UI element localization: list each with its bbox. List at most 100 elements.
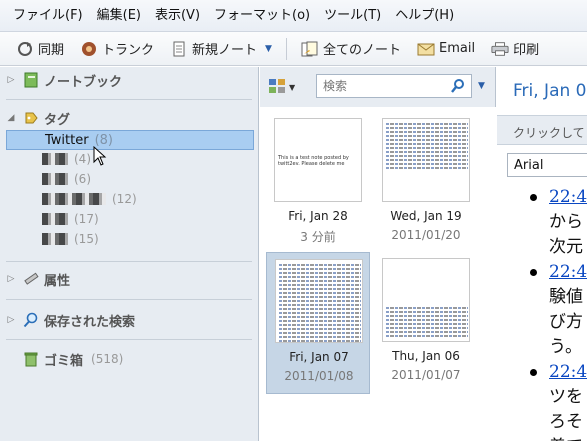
sidebar-item-tag[interactable]: (17): [42, 209, 99, 229]
view-mode-button[interactable]: ▼: [268, 76, 304, 98]
redacted-tag-name: [42, 173, 68, 185]
sidebar-section-attributes[interactable]: ▷ 属性: [0, 268, 259, 290]
divider: [6, 299, 252, 300]
all-notes-button[interactable]: 全てのノート: [293, 36, 409, 62]
note-date: Fri, Jan 28: [288, 209, 348, 223]
note-text-line: ろそ: [549, 412, 583, 432]
note-tag-hint[interactable]: クリックして: [497, 115, 587, 145]
expand-arrow-icon[interactable]: ▷: [0, 315, 22, 325]
note-date: Fri, Jan 07: [289, 350, 349, 364]
sidebar-trash-label: ゴミ箱: [44, 353, 84, 369]
menu-tools[interactable]: ツール(T): [317, 0, 388, 32]
chevron-down-icon[interactable]: ▼: [265, 44, 272, 54]
note-text-line: 着て: [497, 435, 587, 441]
toolbar: 同期 トランク 新規ノート ▼ 全てのノート Email 印刷: [0, 32, 587, 66]
font-select[interactable]: Arial: [507, 153, 587, 177]
expand-arrow-icon[interactable]: ▷: [0, 75, 22, 85]
sidebar-saved-searches-label: 保存された検索: [44, 314, 136, 330]
redacted-tag-name: [42, 153, 68, 165]
expand-arrow-icon[interactable]: ▷: [0, 274, 22, 284]
print-button[interactable]: 印刷: [483, 36, 547, 62]
trash-count: (518): [91, 352, 124, 366]
sidebar-section-tags[interactable]: ◢ タグ: [0, 107, 259, 129]
menu-help[interactable]: ヘルプ(H): [388, 0, 461, 32]
note-sub: 2011/01/07: [391, 368, 461, 382]
print-label: 印刷: [513, 43, 540, 58]
tag-icon: [22, 109, 40, 127]
collapse-arrow-icon[interactable]: ◢: [0, 113, 22, 123]
printer-icon: [491, 40, 509, 58]
sidebar-item-tag[interactable]: (4): [42, 149, 91, 169]
sidebar-item-tag[interactable]: (6): [42, 169, 91, 189]
grid-view-icon: [268, 78, 286, 97]
sidebar: ▷ ノートブック ◢ タグ Twitter (8) (4) (6) (12) (…: [0, 67, 259, 441]
menu-view[interactable]: 表示(V): [148, 0, 207, 32]
tweet-time-link[interactable]: 22:4: [549, 362, 587, 382]
search-input[interactable]: [317, 79, 447, 93]
trunk-button[interactable]: トランク: [72, 36, 162, 62]
menu-file[interactable]: ファイル(F): [6, 0, 90, 32]
tag-count: (12): [112, 192, 137, 206]
chevron-down-icon[interactable]: ▼: [478, 81, 485, 91]
tag-name: Twitter: [45, 132, 89, 148]
sidebar-section-saved-searches[interactable]: ▷ 保存された検索: [0, 309, 259, 331]
menubar: ファイル(F) 編集(E) 表示(V) フォーマット(o) ツール(T) ヘルプ…: [0, 0, 587, 32]
note-text-line: 次元: [549, 237, 583, 257]
note-body[interactable]: 22:4 から 次元 22:4 験値 び方 う。 22:4 ツを ろそ 着て: [497, 185, 587, 441]
sidebar-section-notebook[interactable]: ▷ ノートブック: [0, 69, 259, 91]
note-text-line: ツを: [549, 387, 583, 407]
redacted-tag-name: [42, 193, 106, 205]
note-editor-pane: Fri, Jan 0 クリックして Arial 22:4 から 次元 22:4 …: [497, 67, 587, 441]
sidebar-attributes-label: 属性: [44, 273, 71, 289]
note-date: Thu, Jan 06: [392, 349, 460, 363]
search-icon[interactable]: [451, 78, 465, 97]
sync-label: 同期: [38, 43, 65, 58]
sidebar-item-tag[interactable]: (12): [42, 189, 137, 209]
tag-count: (17): [74, 212, 99, 226]
note-preview: [382, 258, 470, 342]
note-list-header: ▼ ▼: [260, 72, 496, 102]
note-list-item: 22:4: [497, 185, 587, 210]
new-note-button[interactable]: 新規ノート ▼: [162, 36, 280, 62]
trunk-icon: [80, 40, 98, 58]
tweet-time-link[interactable]: 22:4: [549, 262, 587, 282]
search-field[interactable]: [316, 74, 472, 98]
new-note-icon: [170, 40, 188, 58]
note-thumbnail[interactable]: This is a test note posted by twitt2ev. …: [266, 112, 370, 254]
note-sub: 3 分前: [300, 230, 336, 244]
note-list-item: 22:4: [497, 260, 587, 285]
note-thumbnail-list: This is a test note posted by twitt2ev. …: [260, 107, 496, 441]
menu-edit[interactable]: 編集(E): [90, 0, 148, 32]
tag-count: (6): [74, 172, 91, 186]
note-preview: [275, 259, 363, 343]
note-list-pane: ▼ ▼ This is a test note posted by twitt2…: [260, 67, 496, 441]
mouse-cursor-icon: [93, 146, 107, 166]
tag-count: (15): [74, 232, 99, 246]
note-thumbnail-selected[interactable]: Fri, Jan 07 2011/01/08: [266, 252, 370, 394]
note-date: Wed, Jan 19: [390, 209, 462, 223]
sync-icon: [16, 40, 34, 58]
note-list-item: 22:4: [497, 360, 587, 385]
note-title[interactable]: Fri, Jan 0: [513, 81, 587, 101]
bullet-icon: [530, 269, 537, 276]
sync-button[interactable]: 同期: [8, 36, 72, 62]
divider: [6, 261, 252, 262]
note-text-line: び方: [549, 312, 583, 332]
sidebar-item-tag[interactable]: (15): [42, 229, 99, 249]
note-preview: This is a test note posted by twitt2ev. …: [274, 118, 362, 202]
divider: [6, 99, 252, 100]
chevron-down-icon: ▼: [289, 82, 296, 92]
bullet-icon: [530, 194, 537, 201]
tag-count: (4): [74, 152, 91, 166]
attribute-icon: [22, 270, 40, 288]
note-text-line: 験値: [549, 287, 583, 307]
sidebar-notebook-label: ノートブック: [44, 74, 123, 90]
menu-format[interactable]: フォーマット(o): [207, 0, 317, 32]
note-thumbnail[interactable]: Wed, Jan 19 2011/01/20: [374, 112, 478, 254]
tweet-time-link[interactable]: 22:4: [549, 187, 587, 207]
email-label: Email: [438, 41, 476, 56]
sidebar-item-tag-twitter[interactable]: Twitter (8): [6, 130, 254, 150]
email-button[interactable]: Email: [409, 36, 483, 62]
note-thumbnail[interactable]: Thu, Jan 06 2011/01/07: [374, 252, 478, 394]
sidebar-section-trash[interactable]: ゴミ箱 (518): [0, 348, 259, 370]
